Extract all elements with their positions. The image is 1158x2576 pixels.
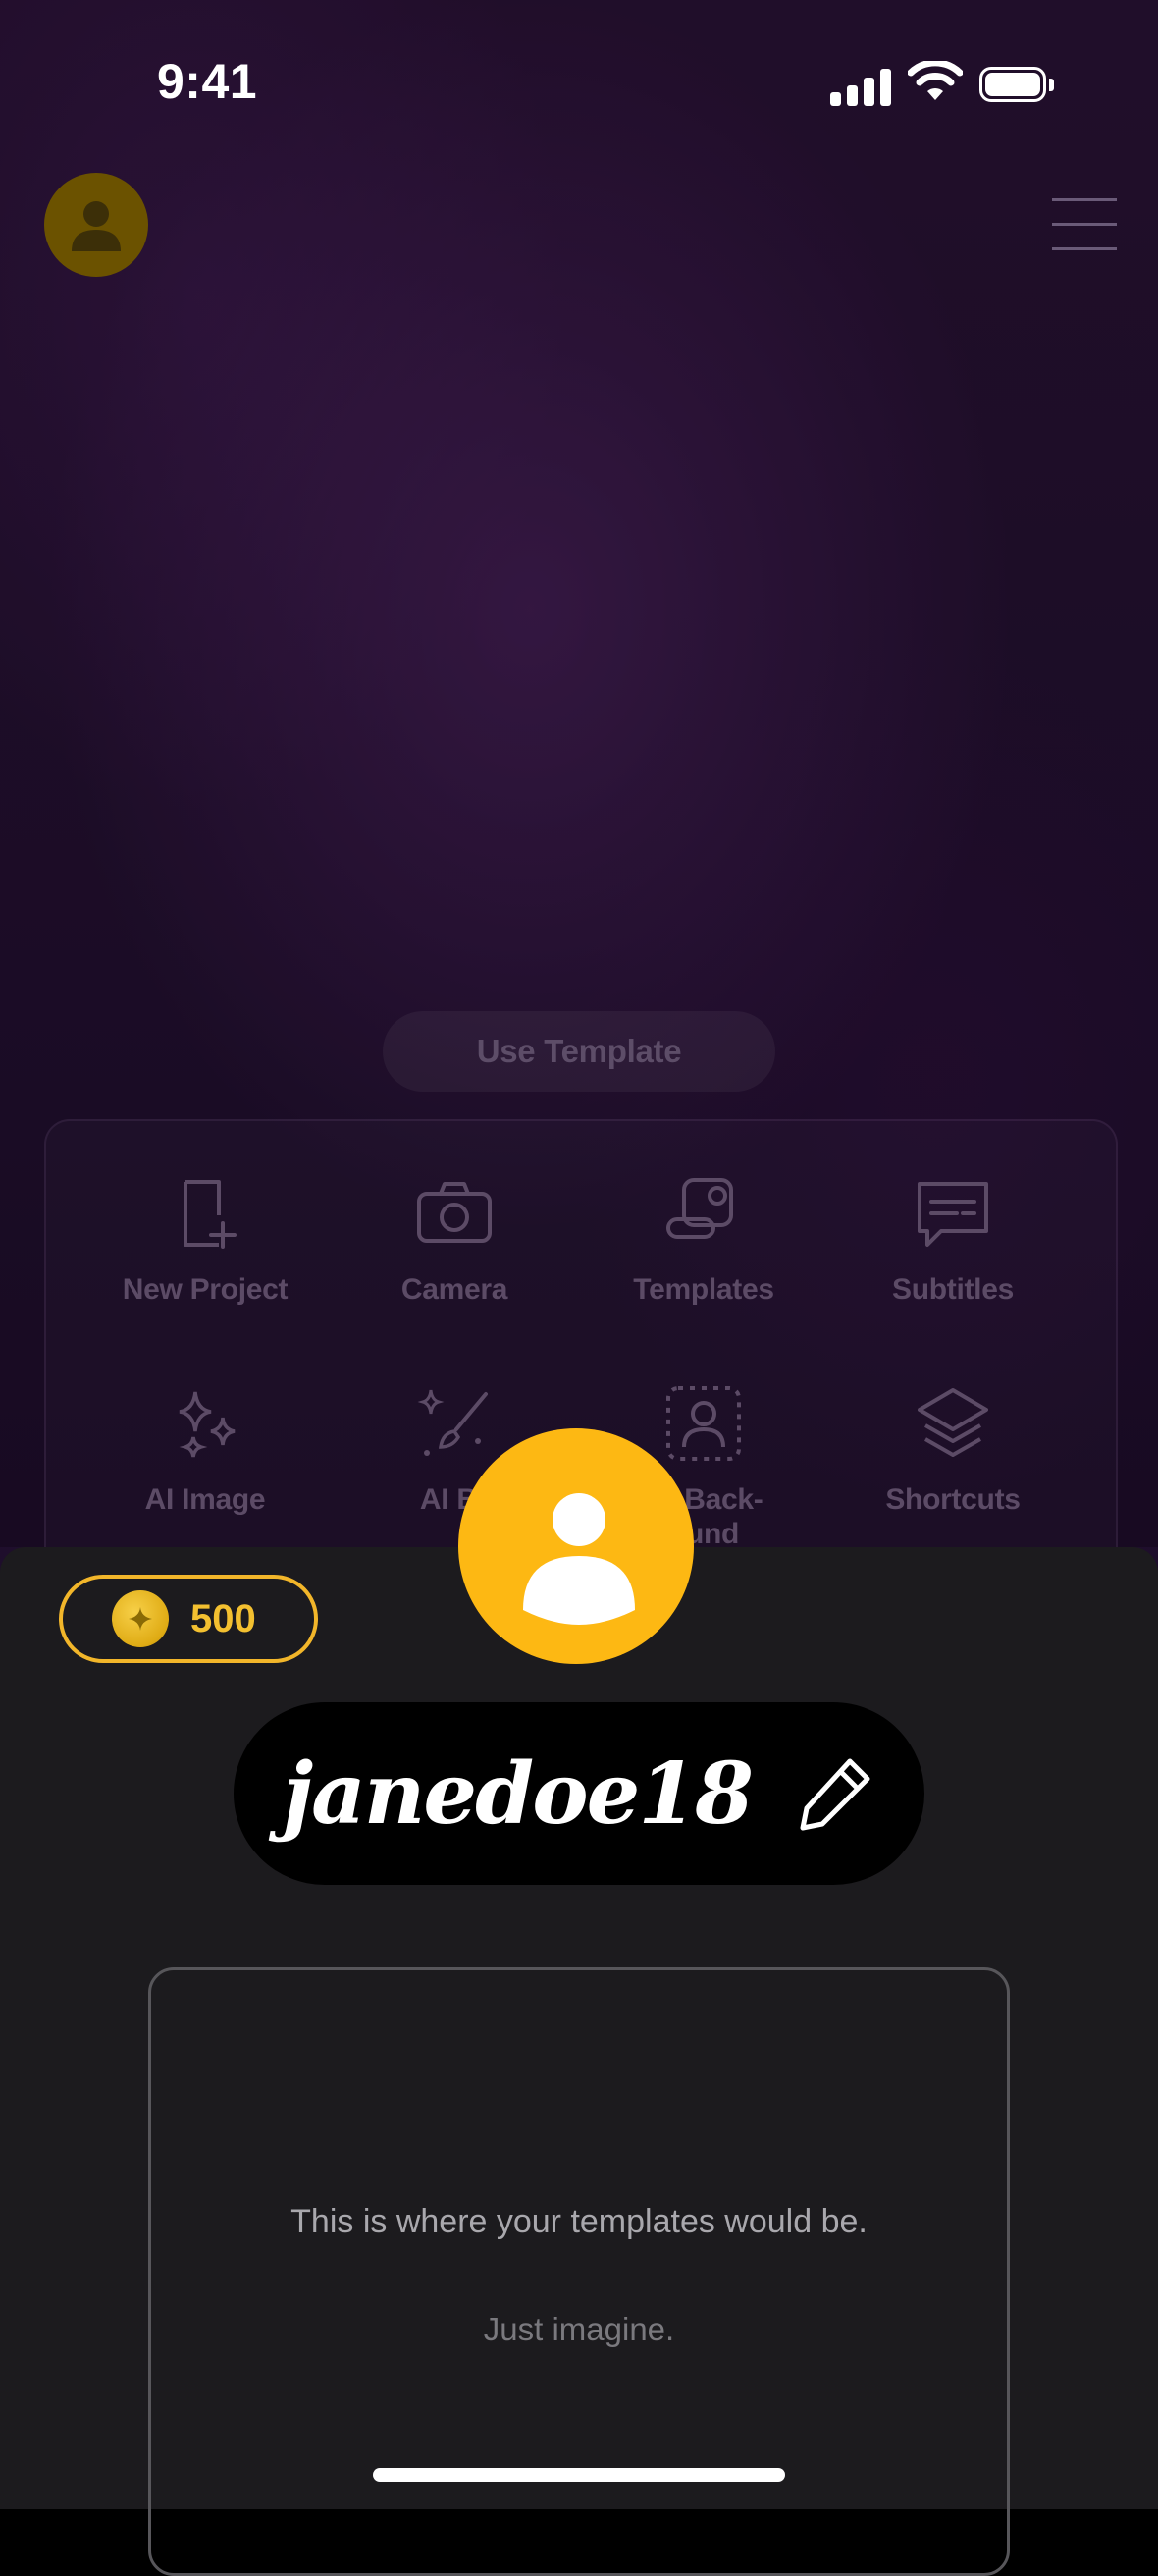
coin-balance-badge[interactable]: 500 [59, 1575, 318, 1663]
tool-new-project[interactable]: New Project [80, 1172, 330, 1308]
use-template-button[interactable]: Use Template [383, 1011, 775, 1092]
new-project-icon [184, 1180, 237, 1249]
tool-label: New Project [122, 1273, 289, 1306]
status-bar: 9:41 [0, 0, 1158, 167]
person-icon [72, 201, 121, 251]
status-time: 9:41 [157, 54, 258, 109]
templates-empty-state-box [148, 1967, 1010, 2576]
pencil-edit-icon[interactable] [795, 1753, 875, 1834]
person-icon [523, 1493, 635, 1625]
profile-avatar[interactable] [458, 1428, 694, 1664]
hamburger-menu-icon[interactable] [1052, 198, 1117, 251]
tool-label: Camera [400, 1273, 508, 1306]
sparkles-icon [179, 1391, 236, 1458]
tool-label: Templates [633, 1273, 774, 1306]
tool-ai-image[interactable]: AI Image [80, 1382, 330, 1518]
coin-count: 500 [190, 1596, 256, 1640]
coin-icon [112, 1590, 169, 1647]
camera-icon [417, 1182, 492, 1243]
tool-label: AI Image [144, 1483, 266, 1516]
tool-subtitles[interactable]: Subtitles [828, 1172, 1078, 1308]
tool-camera[interactable]: Camera [330, 1172, 579, 1308]
templates-icon [666, 1178, 733, 1239]
empty-state-message: This is where your templates would be. [290, 2203, 868, 2240]
subtitles-icon [918, 1182, 988, 1247]
username: janedoe18 [283, 1744, 754, 1844]
wifi-icon [908, 61, 963, 100]
battery-icon [979, 67, 1058, 106]
tool-label: Subtitles [892, 1273, 1014, 1306]
tool-templates[interactable]: Templates [579, 1172, 828, 1308]
profile-avatar-button[interactable] [44, 173, 148, 277]
username-pill[interactable]: janedoe18 [234, 1702, 924, 1885]
layers-icon [918, 1388, 988, 1457]
tool-label: Shortcuts [885, 1483, 1021, 1516]
empty-state-submessage: Just imagine. [483, 2311, 675, 2347]
remove-background-icon [666, 1386, 741, 1461]
home-indicator[interactable] [373, 2468, 785, 2482]
ai-brush-icon [417, 1389, 488, 1456]
cellular-signal-icon [830, 67, 891, 106]
tool-shortcuts[interactable]: Shortcuts [828, 1382, 1078, 1518]
